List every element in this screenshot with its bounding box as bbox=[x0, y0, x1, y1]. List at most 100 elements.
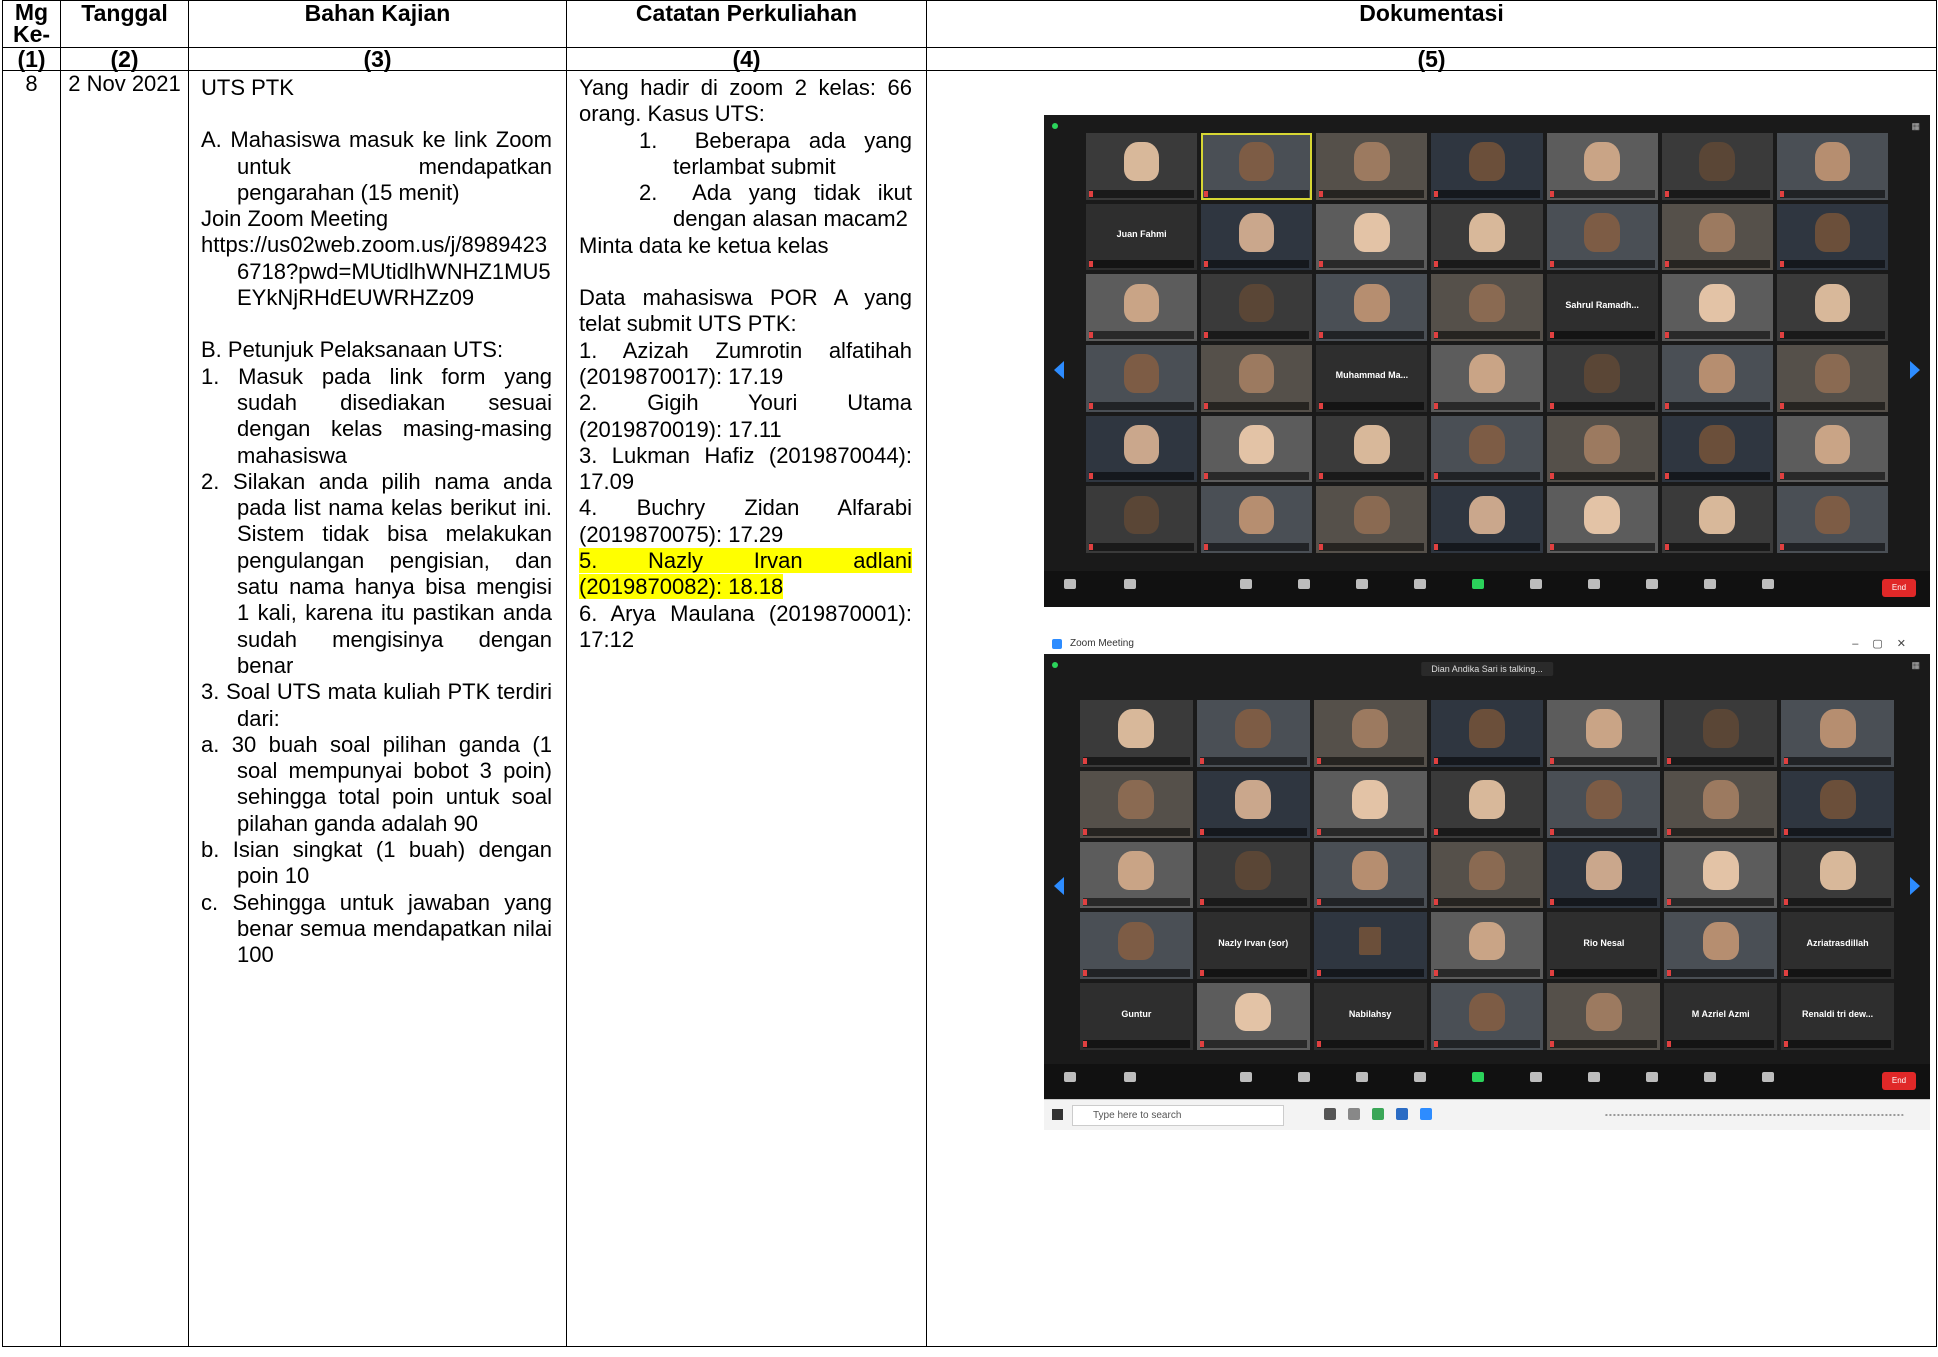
participant-tile[interactable] bbox=[1080, 700, 1193, 767]
next-page-icon[interactable] bbox=[1910, 361, 1920, 379]
end-button[interactable]: End bbox=[1882, 1072, 1916, 1090]
share-screen-icon[interactable] bbox=[1472, 1072, 1484, 1082]
participant-tile[interactable] bbox=[1431, 133, 1543, 200]
participant-tile[interactable] bbox=[1664, 841, 1778, 909]
participant-tile[interactable] bbox=[1201, 274, 1313, 341]
chat-icon[interactable] bbox=[1414, 1072, 1426, 1082]
share-screen-icon[interactable] bbox=[1472, 579, 1484, 589]
participant-tile[interactable]: Juan Fahmi bbox=[1086, 203, 1198, 271]
participant-tile[interactable] bbox=[1661, 274, 1773, 341]
participant-tile[interactable] bbox=[1664, 912, 1778, 980]
participant-tile[interactable]: Nabilahsy bbox=[1313, 983, 1427, 1050]
participant-tile[interactable]: Muhammad Ma... bbox=[1316, 344, 1428, 412]
participant-tile[interactable] bbox=[1430, 841, 1544, 909]
mute-icon[interactable] bbox=[1064, 1072, 1076, 1082]
chrome-icon[interactable] bbox=[1372, 1108, 1384, 1120]
breakout-icon[interactable] bbox=[1588, 1072, 1600, 1082]
participant-tile[interactable] bbox=[1313, 841, 1427, 909]
participant-tile[interactable] bbox=[1547, 841, 1661, 909]
participant-tile[interactable] bbox=[1661, 203, 1773, 271]
participant-tile[interactable] bbox=[1316, 274, 1428, 341]
participant-tile[interactable]: Renaldi tri dew... bbox=[1781, 983, 1894, 1050]
participant-tile[interactable] bbox=[1776, 274, 1888, 341]
participant-tile[interactable] bbox=[1313, 700, 1427, 767]
participant-tile[interactable]: Sahrul Ramadh... bbox=[1546, 274, 1658, 341]
system-tray-icons[interactable] bbox=[1604, 1108, 1904, 1116]
participant-tile[interactable] bbox=[1196, 841, 1310, 909]
mute-icon[interactable] bbox=[1064, 579, 1076, 589]
record-icon[interactable] bbox=[1530, 1072, 1542, 1082]
word-icon[interactable] bbox=[1396, 1108, 1408, 1120]
apps-icon[interactable] bbox=[1704, 579, 1716, 589]
participant-tile[interactable] bbox=[1316, 486, 1428, 553]
participant-tile[interactable] bbox=[1430, 700, 1544, 767]
participant-tile[interactable] bbox=[1316, 415, 1428, 483]
participant-tile[interactable] bbox=[1661, 486, 1773, 553]
participant-tile[interactable] bbox=[1781, 770, 1894, 838]
participants-icon[interactable] bbox=[1298, 579, 1310, 589]
participant-tile[interactable] bbox=[1313, 912, 1427, 980]
reactions-icon[interactable] bbox=[1646, 579, 1658, 589]
participant-tile[interactable] bbox=[1431, 344, 1543, 412]
taskbar-search-input[interactable]: Type here to search bbox=[1072, 1105, 1284, 1126]
participant-tile[interactable] bbox=[1546, 415, 1658, 483]
security-icon[interactable] bbox=[1240, 579, 1252, 589]
participant-tile[interactable]: Azriatrasdillah bbox=[1781, 912, 1894, 980]
participant-tile[interactable] bbox=[1547, 983, 1661, 1050]
security-icon[interactable] bbox=[1240, 1072, 1252, 1082]
participant-tile[interactable] bbox=[1201, 486, 1313, 553]
zoom-link[interactable]: https://us02web.zoom.us/j/89894236718?pw… bbox=[201, 232, 552, 311]
prev-page-icon[interactable] bbox=[1054, 361, 1064, 379]
participant-tile[interactable] bbox=[1781, 700, 1894, 767]
participant-tile[interactable] bbox=[1196, 983, 1310, 1050]
participant-tile[interactable] bbox=[1776, 133, 1888, 200]
participant-tile[interactable] bbox=[1776, 415, 1888, 483]
participant-tile[interactable] bbox=[1201, 203, 1313, 271]
participant-tile[interactable] bbox=[1086, 415, 1198, 483]
participant-tile[interactable] bbox=[1546, 344, 1658, 412]
participant-tile[interactable]: M Azriel Azmi bbox=[1664, 983, 1778, 1050]
polls-icon[interactable] bbox=[1356, 1072, 1368, 1082]
next-page-icon[interactable] bbox=[1910, 877, 1920, 895]
participant-tile[interactable] bbox=[1201, 133, 1313, 200]
participant-tile[interactable] bbox=[1431, 274, 1543, 341]
more-icon[interactable] bbox=[1762, 1072, 1774, 1082]
participant-tile[interactable] bbox=[1430, 983, 1544, 1050]
participant-tile[interactable] bbox=[1430, 912, 1544, 980]
participant-tile[interactable] bbox=[1431, 415, 1543, 483]
windows-start-icon[interactable] bbox=[1052, 1109, 1063, 1120]
participant-tile[interactable] bbox=[1086, 274, 1198, 341]
participant-tile[interactable] bbox=[1661, 344, 1773, 412]
polls-icon[interactable] bbox=[1356, 579, 1368, 589]
participant-tile[interactable] bbox=[1196, 770, 1310, 838]
participant-tile[interactable] bbox=[1431, 203, 1543, 271]
zoom-taskbar-icon[interactable] bbox=[1420, 1108, 1432, 1120]
participant-tile[interactable] bbox=[1086, 133, 1198, 200]
participant-tile[interactable] bbox=[1080, 770, 1193, 838]
participant-tile[interactable] bbox=[1546, 486, 1658, 553]
chat-icon[interactable] bbox=[1414, 579, 1426, 589]
participant-tile[interactable] bbox=[1201, 415, 1313, 483]
participant-tile[interactable] bbox=[1196, 700, 1310, 767]
end-button[interactable]: End bbox=[1882, 579, 1916, 597]
record-icon[interactable] bbox=[1530, 579, 1542, 589]
participant-tile[interactable] bbox=[1776, 203, 1888, 271]
participant-tile[interactable] bbox=[1776, 486, 1888, 553]
participant-tile[interactable] bbox=[1316, 203, 1428, 271]
participant-tile[interactable] bbox=[1547, 700, 1661, 767]
video-icon[interactable] bbox=[1124, 579, 1136, 589]
breakout-icon[interactable] bbox=[1588, 579, 1600, 589]
participant-tile[interactable] bbox=[1313, 770, 1427, 838]
apps-icon[interactable] bbox=[1704, 1072, 1716, 1082]
participant-tile[interactable] bbox=[1661, 133, 1773, 200]
reactions-icon[interactable] bbox=[1646, 1072, 1658, 1082]
participant-tile[interactable]: Nazly Irvan (sor) bbox=[1196, 912, 1310, 980]
participant-tile[interactable] bbox=[1431, 486, 1543, 553]
participant-tile[interactable] bbox=[1546, 203, 1658, 271]
task-view-icon[interactable] bbox=[1324, 1108, 1336, 1120]
participant-tile[interactable] bbox=[1546, 133, 1658, 200]
participant-tile[interactable]: Guntur bbox=[1080, 983, 1193, 1050]
prev-page-icon[interactable] bbox=[1054, 877, 1064, 895]
participant-tile[interactable] bbox=[1661, 415, 1773, 483]
participant-tile[interactable] bbox=[1664, 770, 1778, 838]
